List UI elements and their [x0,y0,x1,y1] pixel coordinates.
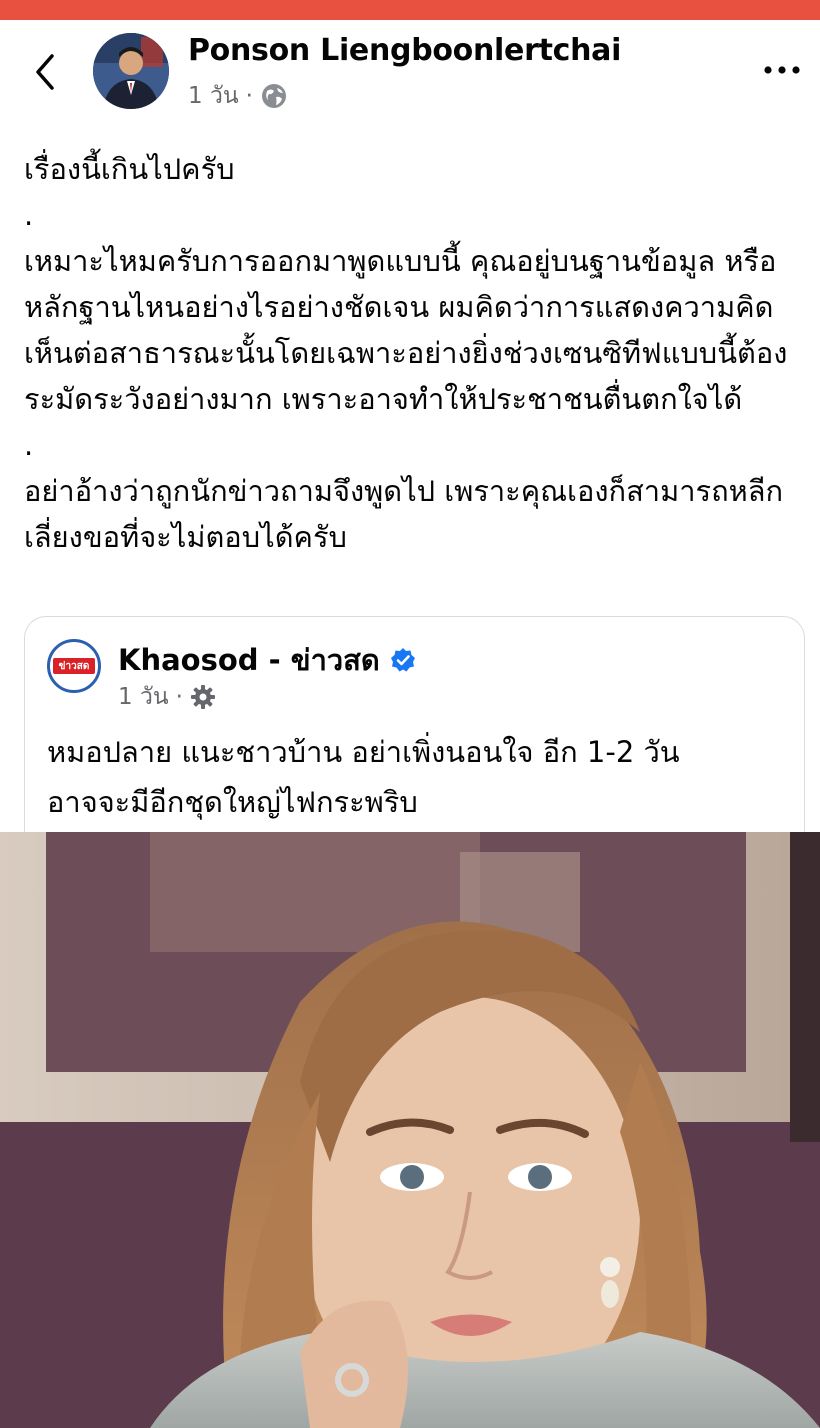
shared-post-card[interactable]: ข่าวสด Khaosod - ข่าวสด 1 วัน · หมอปลาย … [24,616,805,857]
post-paragraph: เหมาะไหมครับการออกมาพูดแบบนี้ คุณอยู่บนฐ… [24,244,788,416]
author-avatar[interactable] [93,33,169,109]
author-name[interactable]: Ponson Liengboonlertchai [188,33,621,68]
shared-line: อาจจะมีอีกชุดใหญ่ไฟกระพริบ [47,785,418,819]
globe-icon [261,84,286,108]
page-logo-text: ข่าวสด [53,658,95,674]
post-meta: 1 วัน · [188,78,288,114]
post-paragraph: อย่าอ้างว่าถูกนักข่าวถามจึงพูดไป เพราะคุ… [24,474,784,554]
post-body: เรื่องนี้เกินไปครับ . เหมาะไหมครับการออก… [24,146,804,560]
shared-post-text: หมอปลาย แนะชาวบ้าน อย่าเพิ่งนอนใจ อีก 1-… [47,727,787,827]
post-paragraph: . [24,428,34,462]
meta-separator: · [175,684,183,710]
top-strip [0,0,820,20]
page-name-text: Khaosod - ข่าวสด [118,643,380,677]
more-options-button[interactable] [762,60,802,80]
shared-page-name[interactable]: Khaosod - ข่าวสด [118,637,416,683]
page-logo[interactable]: ข่าวสด [47,639,101,693]
post-header: Ponson Liengboonlertchai 1 วัน · [0,20,820,120]
back-button[interactable] [28,50,64,94]
post-photo[interactable] [0,832,820,1428]
gear-icon [190,685,215,709]
meta-separator: · [245,83,253,109]
verified-badge-icon [390,648,415,672]
shared-line: หมอปลาย แนะชาวบ้าน อย่าเพิ่งนอนใจ อีก 1-… [47,735,680,769]
shared-meta: 1 วัน · [118,679,216,715]
post-paragraph: เรื่องนี้เกินไปครับ [24,152,235,186]
shared-time[interactable]: 1 วัน [118,679,169,715]
back-arrow-icon [36,54,54,90]
more-icon [764,66,800,74]
post-time[interactable]: 1 วัน [188,78,239,114]
post-paragraph: . [24,198,34,232]
